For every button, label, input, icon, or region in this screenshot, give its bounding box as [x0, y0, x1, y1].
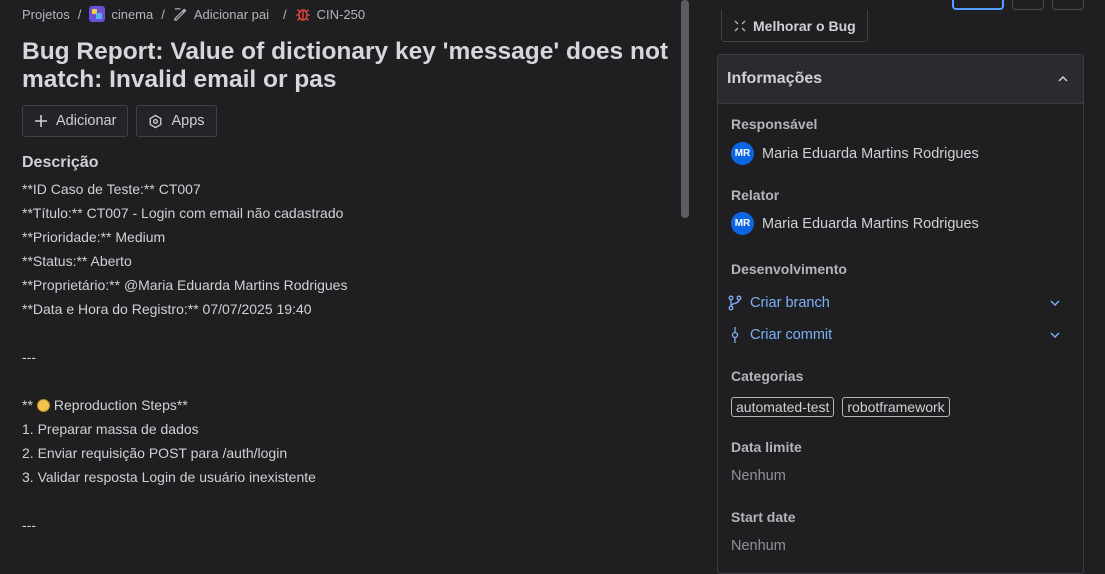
description-line [22, 321, 662, 345]
apps-button-label: Apps [171, 113, 205, 129]
reporter-name: Maria Eduarda Martins Rodrigues [762, 215, 979, 232]
breadcrumb-separator: / [161, 6, 165, 22]
create-commit-row[interactable]: Criar commit [728, 324, 1061, 346]
start-date-value[interactable]: Nenhum [731, 538, 786, 554]
category-tag[interactable]: robotframework [842, 397, 950, 417]
description-line: **Data e Hora do Registro:** 07/07/2025 … [22, 301, 312, 317]
avatar: MR [731, 142, 754, 165]
description-line: 2. Enviar requisição POST para /auth/log… [22, 445, 288, 461]
breadcrumb-project-label: cinema [111, 6, 154, 22]
project-avatar-icon [89, 6, 106, 22]
due-date-label: Data limite [731, 439, 802, 455]
description-section[interactable]: Descrição **ID Caso de Teste:** CT007 **… [22, 153, 662, 537]
description-line [22, 489, 662, 513]
sparkle-icon [734, 20, 746, 31]
action-button[interactable] [1012, 0, 1044, 10]
assignee-field[interactable]: MR Maria Eduarda Martins Rodrigues [731, 142, 979, 165]
improve-bug-button[interactable]: Melhorar o Bug [721, 10, 868, 42]
create-commit-label: Criar commit [750, 327, 833, 343]
start-date-label: Start date [731, 509, 796, 525]
description-line: **ID Caso de Teste:** CT007 [22, 181, 201, 197]
edit-icon [174, 7, 187, 21]
steps-heading: Reproduction Steps** [53, 397, 188, 413]
breadcrumb-projects[interactable]: Projetos [22, 7, 70, 22]
description-line-steps: ** Reproduction Steps** [22, 393, 662, 417]
description-heading: Descrição [22, 154, 99, 171]
description-line: **Título:** CT007 - Login com email não … [22, 205, 344, 221]
chevron-up-icon [1058, 75, 1068, 82]
description-line: --- [22, 349, 36, 365]
steps-prefix: ** [22, 397, 33, 413]
description-line: --- [22, 517, 36, 533]
description-line: **Status:** Aberto [22, 253, 132, 269]
description-line: 3. Validar resposta Login de usuário ine… [22, 469, 316, 485]
branch-icon [728, 295, 742, 311]
bug-icon [295, 9, 310, 21]
categories-label: Categorias [731, 368, 804, 384]
reporter-field[interactable]: MR Maria Eduarda Martins Rodrigues [731, 212, 979, 235]
categories-list: automated-test robotframework [731, 397, 950, 417]
breadcrumb-issue-key[interactable]: CIN-250 [295, 6, 365, 22]
watch-button[interactable] [952, 0, 1004, 10]
issue-key-label: CIN-250 [316, 6, 366, 22]
assignee-name: Maria Eduarda Martins Rodrigues [762, 145, 979, 162]
create-branch-row[interactable]: Criar branch [728, 292, 1061, 314]
description-line: **Proprietário:** @Maria Eduarda Martins… [22, 277, 348, 293]
main-scrollbar-thumb[interactable] [681, 0, 689, 218]
add-parent-label: Adicionar pai [193, 6, 270, 22]
issue-title[interactable]: Bug Report: Value of dictionary key 'mes… [22, 38, 672, 94]
add-parent-button[interactable]: Adicionar pai [173, 7, 269, 22]
more-button[interactable] [1052, 0, 1084, 10]
assignee-label: Responsável [731, 116, 818, 132]
apps-hexagon-icon [150, 114, 162, 128]
improve-bug-label: Melhorar o Bug [753, 17, 856, 34]
clock-icon [36, 399, 50, 412]
description-line [22, 369, 662, 393]
issue-actions: Adicionar Apps [22, 105, 217, 137]
plus-icon [35, 115, 47, 127]
breadcrumb-separator: / [77, 6, 82, 22]
description-line: **Prioridade:** Medium [22, 229, 166, 245]
create-branch-label: Criar branch [750, 295, 830, 311]
issue-main-content: Projetos / cinema / Adicionar pai / CIN-… [0, 0, 678, 547]
details-panel-title: Informações [727, 70, 823, 87]
breadcrumb-separator: / [283, 6, 287, 22]
details-panel: Informações Responsável MR Maria Eduarda… [717, 54, 1084, 574]
description-line: 1. Preparar massa de dados [22, 421, 199, 437]
breadcrumb-project[interactable]: cinema [89, 6, 153, 22]
chevron-down-icon[interactable] [1049, 297, 1061, 309]
add-button[interactable]: Adicionar [22, 105, 129, 137]
category-tag[interactable]: automated-test [731, 397, 835, 417]
details-panel-header[interactable]: Informações [718, 55, 1083, 104]
breadcrumb: Projetos / cinema / Adicionar pai / CIN-… [22, 6, 365, 22]
breadcrumb-projects-label: Projetos [22, 6, 70, 22]
commit-icon [731, 327, 739, 343]
chevron-down-icon[interactable] [1049, 329, 1061, 341]
reporter-label: Relator [731, 187, 780, 203]
apps-button[interactable]: Apps [136, 105, 217, 137]
due-date-value[interactable]: Nenhum [731, 468, 786, 484]
avatar: MR [731, 212, 754, 235]
development-label: Desenvolvimento [731, 261, 847, 277]
add-button-label: Adicionar [56, 113, 117, 129]
